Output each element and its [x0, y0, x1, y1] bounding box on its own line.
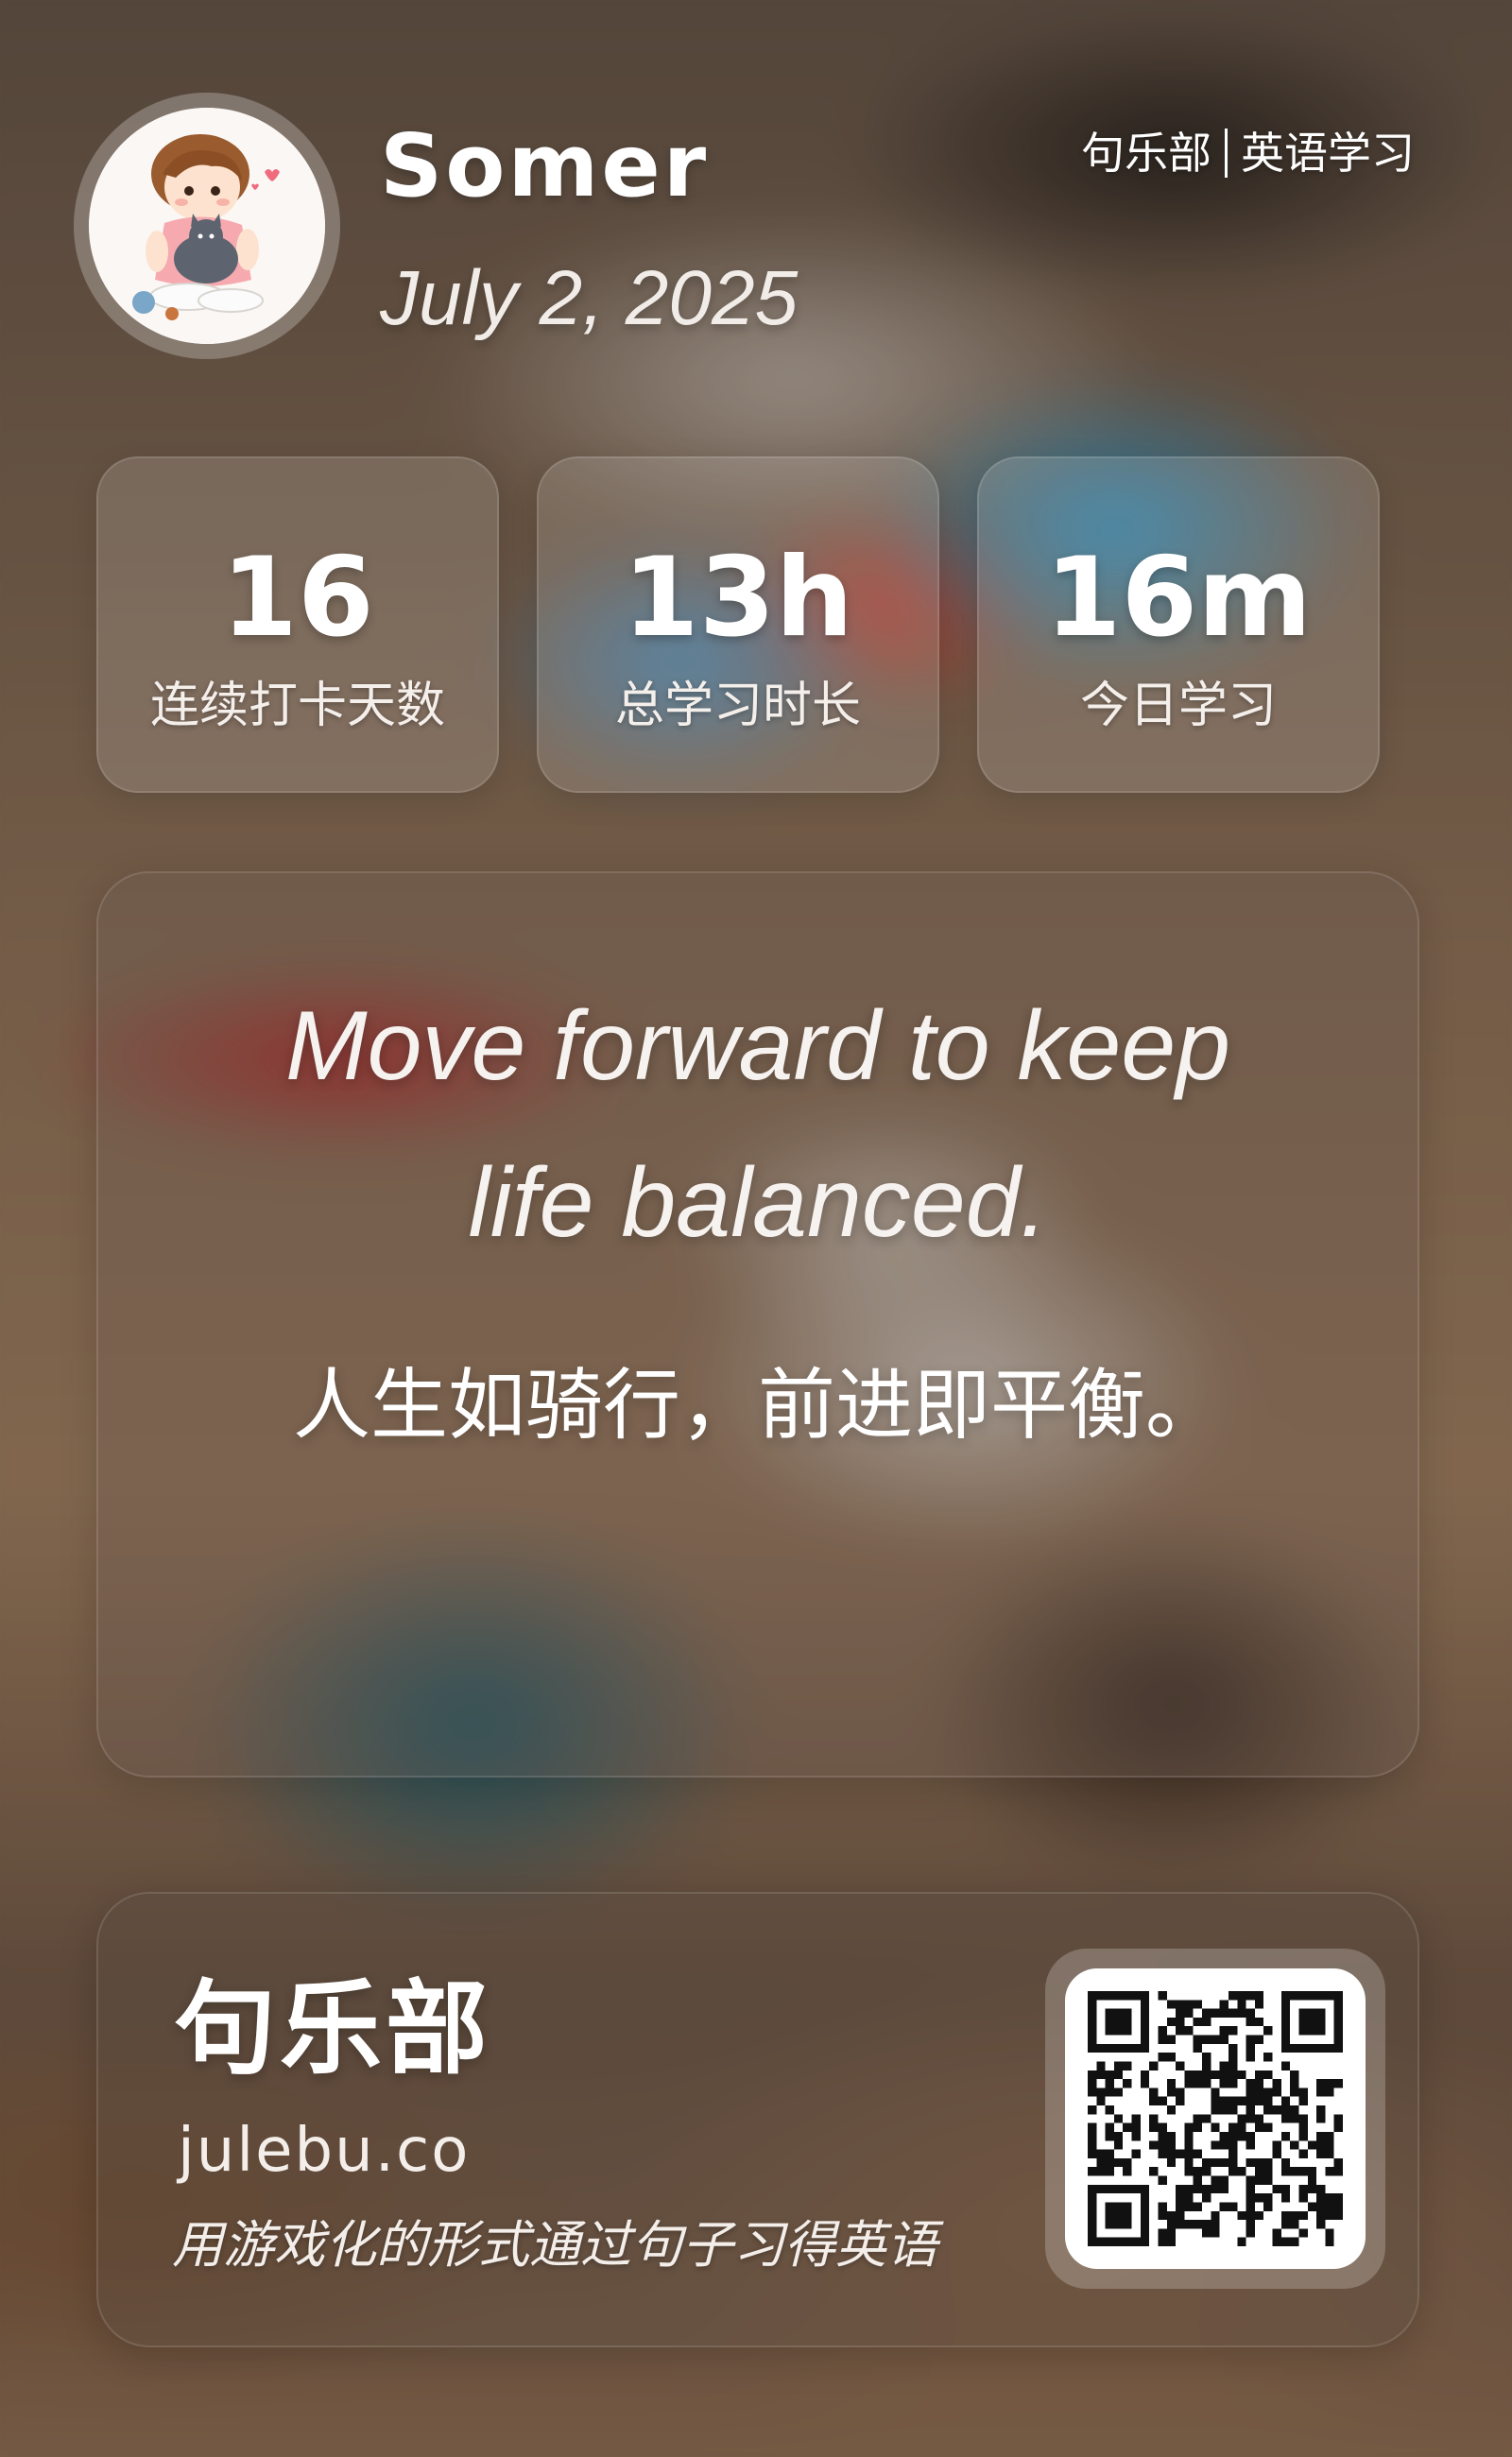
quote-english: Move forward to keep life balanced.: [155, 968, 1361, 1281]
qr-code-icon: [1088, 1991, 1343, 2246]
quote-english-line-1: Move forward to keep: [284, 991, 1231, 1101]
quote-english-line-2: life balanced.: [468, 1148, 1048, 1258]
stat-value: 13h: [622, 534, 853, 662]
stat-value: 16m: [1044, 534, 1313, 662]
username: Somer: [380, 115, 710, 216]
footer-url[interactable]: julebu.co: [178, 2121, 470, 2181]
qr-code-frame[interactable]: [1045, 1949, 1385, 2289]
quote-chinese: 人生如骑行，前进即平衡。: [292, 1361, 1223, 1451]
stat-label: 总学习时长: [614, 678, 861, 734]
date: July 2, 2025: [380, 255, 799, 341]
avatar-ring[interactable]: [74, 93, 340, 359]
share-card: Somer July 2, 2025 句乐部 英语学习 16 连续打卡天数 13…: [0, 0, 1512, 2457]
stat-total-time: 13h 总学习时长: [537, 456, 939, 793]
avatar[interactable]: [89, 108, 325, 344]
stat-today: 16m 今日学习: [977, 456, 1380, 793]
brand-divider: [1225, 129, 1228, 178]
qr-code[interactable]: [1065, 1968, 1366, 2269]
stat-value: 16: [221, 534, 374, 662]
stat-streak-days: 16 连续打卡天数: [96, 456, 499, 793]
brand-section: 英语学习: [1241, 128, 1415, 179]
stat-label: 今日学习: [1079, 678, 1277, 734]
footer-slogan: 用游戏化的形式通过句子习得英语: [172, 2215, 937, 2275]
brand-name: 句乐部: [1081, 128, 1211, 179]
stat-label: 连续打卡天数: [149, 678, 445, 734]
footer-title: 句乐部: [174, 1970, 492, 2088]
cartoon-boy-with-cat-avatar-icon: [89, 108, 325, 344]
footer-card: 句乐部 julebu.co 用游戏化的形式通过句子习得英语: [96, 1892, 1419, 2347]
brand-tag: 句乐部 英语学习: [1081, 129, 1415, 178]
quote-card: Move forward to keep life balanced. 人生如骑…: [96, 871, 1419, 1778]
